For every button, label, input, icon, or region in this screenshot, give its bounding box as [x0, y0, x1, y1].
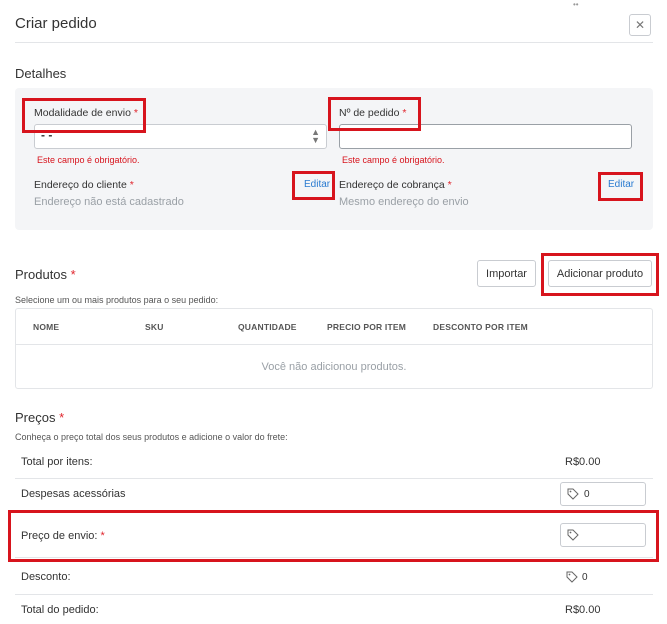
discount-label: Desconto: — [21, 571, 71, 583]
column-header-quantity: QUANTIDADE — [238, 322, 297, 332]
add-product-button[interactable]: Adicionar produto — [548, 260, 652, 287]
discount-value: 0 — [582, 571, 588, 583]
shipping-price-input[interactable] — [560, 523, 646, 547]
header-divider — [15, 42, 653, 43]
order-number-error: Este campo é obrigatório. — [342, 155, 445, 165]
total-items-value: R$0.00 — [565, 456, 601, 468]
column-header-sku: SKU — [145, 322, 164, 332]
close-icon: ✕ — [634, 18, 646, 32]
row-divider — [15, 557, 653, 558]
total-items-label: Total por itens: — [21, 456, 93, 468]
tag-icon — [566, 571, 578, 583]
shipping-mode-select[interactable]: - - ▲ ▼ — [34, 124, 327, 149]
table-header-row: NOME SKU QUANTIDADE PRECIO POR ITEM DESC… — [16, 309, 652, 345]
discount-field[interactable]: 0 — [566, 571, 588, 583]
empty-products-message: Você não adicionou produtos. — [261, 361, 407, 373]
products-title: Produtos * — [15, 267, 76, 282]
column-header-price-per-item: PRECIO POR ITEM — [327, 322, 407, 332]
sort-arrows-icon: ▲ ▼ — [311, 127, 320, 145]
details-title: Detalhes — [15, 66, 67, 81]
shipping-mode-value: - - — [41, 128, 53, 142]
billing-address-label: Endereço de cobrança * — [339, 179, 452, 191]
order-number-input[interactable] — [339, 124, 632, 149]
order-total-label: Total do pedido: — [21, 604, 99, 616]
customer-address-label: Endereço do cliente * — [34, 179, 134, 191]
extra-costs-value: 0 — [584, 488, 590, 500]
modal-title: Criar pedido — [15, 15, 97, 32]
shipping-mode-label: Modalidade de envio * — [34, 107, 138, 119]
order-total-value: R$0.00 — [565, 604, 601, 616]
shipping-price-label: Preço de envio: * — [21, 530, 105, 542]
row-divider — [15, 512, 653, 513]
close-button[interactable]: ✕ — [629, 14, 651, 36]
shipping-mode-error: Este campo é obrigatório. — [37, 155, 140, 165]
prices-subtitle: Conheça o preço total dos seus produtos … — [15, 432, 288, 442]
order-number-label: Nº de pedido * — [339, 107, 407, 119]
column-header-discount-per-item: DESCONTO POR ITEM — [433, 322, 528, 332]
prices-title: Preços * — [15, 410, 65, 425]
products-table: NOME SKU QUANTIDADE PRECIO POR ITEM DESC… — [15, 308, 653, 389]
tag-icon — [567, 488, 579, 500]
import-button[interactable]: Importar — [477, 260, 536, 287]
tag-icon — [567, 529, 579, 541]
billing-address-value: Mesmo endereço do envio — [339, 196, 469, 208]
billing-address-edit-link[interactable]: Editar — [608, 179, 634, 190]
top-dots: •• — [573, 0, 579, 9]
products-subtitle: Selecione um ou mais produtos para o seu… — [15, 295, 219, 305]
extra-costs-label: Despesas acessórias — [21, 488, 126, 500]
customer-address-edit-link[interactable]: Editar — [304, 179, 330, 190]
row-divider — [15, 594, 653, 595]
column-header-name: NOME — [33, 322, 60, 332]
extra-costs-input[interactable]: 0 — [560, 482, 646, 506]
row-divider — [15, 478, 653, 479]
customer-address-value: Endereço não está cadastrado — [34, 196, 184, 208]
